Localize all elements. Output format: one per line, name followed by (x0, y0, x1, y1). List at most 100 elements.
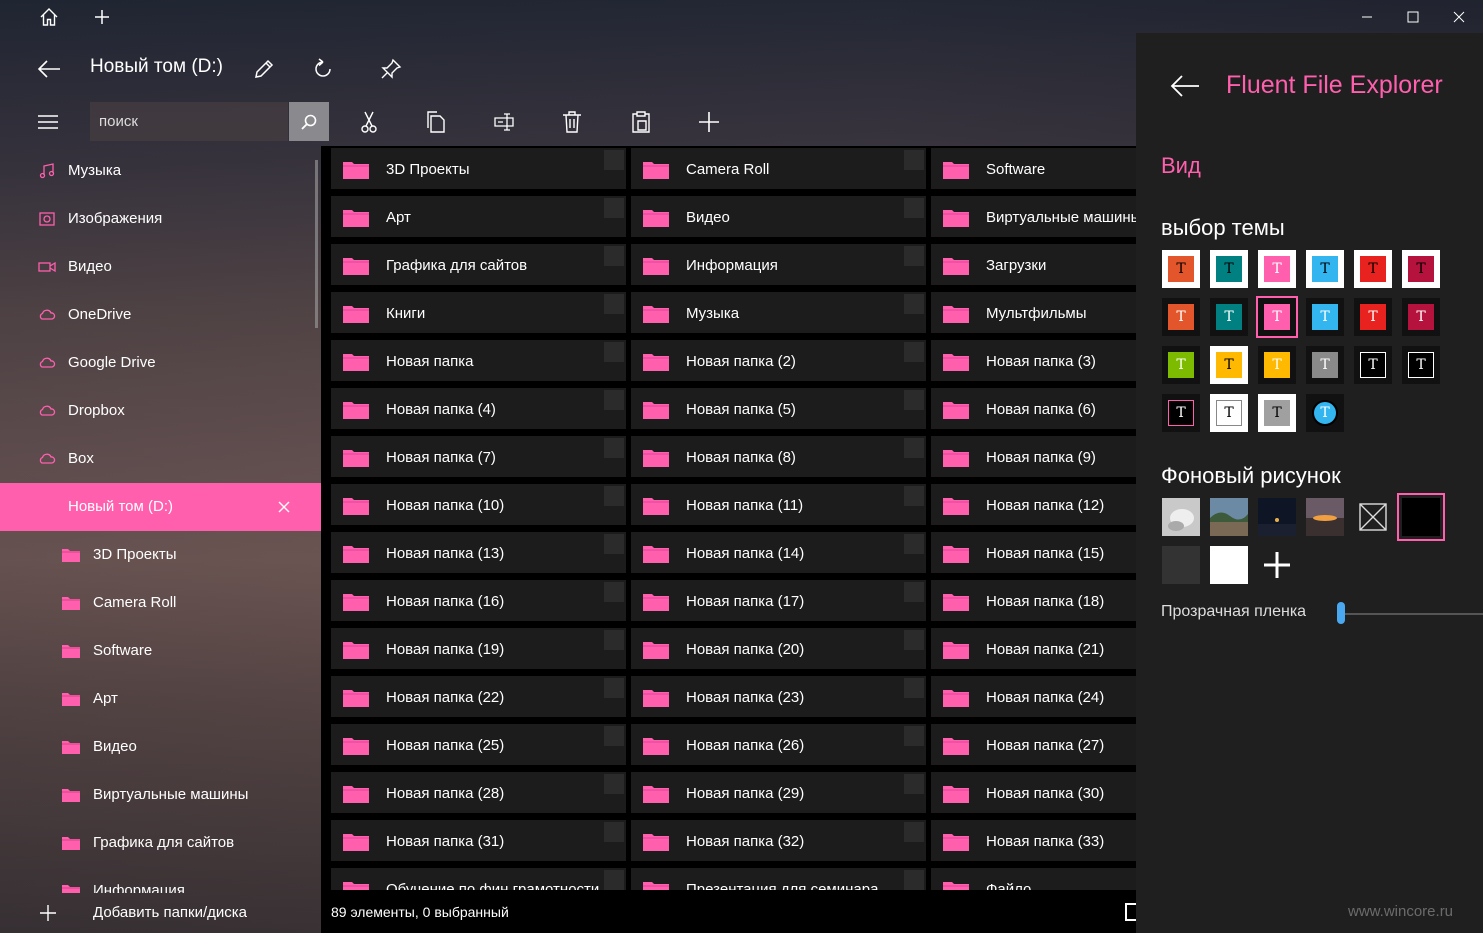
select-checkbox[interactable] (904, 486, 924, 506)
theme-swatch[interactable]: T (1402, 298, 1440, 336)
folder-tile[interactable]: Новая папка (20) (631, 628, 926, 669)
sidebar-item[interactable]: Информация (0, 867, 321, 893)
select-checkbox[interactable] (604, 294, 624, 314)
select-checkbox[interactable] (604, 150, 624, 170)
select-checkbox[interactable] (604, 774, 624, 794)
sidebar-item[interactable]: Виртуальные машины (0, 771, 321, 819)
theme-swatch[interactable]: T (1306, 250, 1344, 288)
folder-tile[interactable]: Новая папка (2) (631, 340, 926, 381)
theme-swatch[interactable]: T (1306, 298, 1344, 336)
theme-swatch[interactable]: T (1402, 346, 1440, 384)
theme-swatch[interactable]: T (1306, 346, 1344, 384)
folder-tile[interactable]: Software (931, 148, 1136, 189)
hamburger-menu-button[interactable] (26, 100, 70, 144)
folder-tile[interactable]: Новая папка (23) (631, 676, 926, 717)
select-checkbox[interactable] (904, 678, 924, 698)
sidebar-item[interactable]: OneDrive (0, 291, 321, 339)
theme-swatch[interactable]: T (1402, 250, 1440, 288)
sidebar-item[interactable]: Музыка (0, 147, 321, 195)
folder-tile[interactable]: Книги (331, 292, 626, 333)
close-drive-button[interactable] (274, 497, 294, 517)
sidebar-item[interactable]: Графика для сайтов (0, 819, 321, 867)
rename-button[interactable] (239, 44, 289, 94)
folder-tile[interactable]: Новая папка (11) (631, 484, 926, 525)
new-tab-button[interactable] (79, 0, 125, 34)
select-checkbox[interactable] (604, 678, 624, 698)
select-checkbox[interactable] (904, 198, 924, 218)
background-swatch[interactable] (1354, 498, 1392, 536)
folder-tile[interactable]: Новая папка (7) (331, 436, 626, 477)
new-item-button[interactable] (687, 100, 731, 144)
folder-tile[interactable]: Презентация для семинара (631, 868, 926, 890)
paste-button[interactable] (619, 100, 663, 144)
folder-tile[interactable]: Camera Roll (631, 148, 926, 189)
theme-swatch[interactable]: T (1210, 250, 1248, 288)
select-checkbox[interactable] (904, 294, 924, 314)
folder-tile[interactable]: Файло (931, 868, 1136, 890)
select-checkbox[interactable] (904, 150, 924, 170)
folder-tile[interactable]: Новая папка (8) (631, 436, 926, 477)
select-checkbox[interactable] (604, 486, 624, 506)
sidebar-item[interactable]: Арт (0, 675, 321, 723)
sidebar-item[interactable]: Dropbox (0, 387, 321, 435)
theme-swatch[interactable]: T (1210, 394, 1248, 432)
folder-tile[interactable]: Новая папка (25) (331, 724, 626, 765)
sidebar-item[interactable]: 3D Проекты (0, 531, 321, 579)
search-input[interactable]: поиск (90, 102, 288, 141)
transparency-slider-track[interactable] (1341, 613, 1483, 615)
select-checkbox[interactable] (904, 582, 924, 602)
folder-tile[interactable]: Новая папка (32) (631, 820, 926, 861)
folder-tile[interactable]: Информация (631, 244, 926, 285)
folder-tile[interactable]: Загрузки (931, 244, 1136, 285)
select-checkbox[interactable] (904, 390, 924, 410)
add-folder-drive-button[interactable]: Добавить папки/диска (0, 893, 321, 933)
select-checkbox[interactable] (604, 342, 624, 362)
background-swatch[interactable] (1210, 546, 1248, 584)
folder-tile[interactable]: Новая папка (28) (331, 772, 626, 813)
theme-swatch[interactable]: T (1162, 298, 1200, 336)
transparency-slider-thumb[interactable] (1337, 602, 1345, 624)
folder-tile[interactable]: Новая папка (15) (931, 532, 1136, 573)
folder-tile[interactable]: Новая папка (27) (931, 724, 1136, 765)
folder-tile[interactable]: Мультфильмы (931, 292, 1136, 333)
maximize-button[interactable] (1390, 0, 1436, 34)
folder-tile[interactable]: Арт (331, 196, 626, 237)
background-swatch[interactable] (1162, 498, 1200, 536)
folder-tile[interactable]: Новая папка (3) (931, 340, 1136, 381)
theme-swatch[interactable]: T (1354, 346, 1392, 384)
search-button[interactable] (289, 102, 329, 141)
sidebar-item[interactable]: Software (0, 627, 321, 675)
folder-tile[interactable]: Новая папка (6) (931, 388, 1136, 429)
copy-button[interactable] (414, 100, 458, 144)
background-swatch[interactable] (1258, 498, 1296, 536)
select-checkbox[interactable] (904, 870, 924, 890)
folder-tile[interactable]: Новая папка (4) (331, 388, 626, 429)
theme-swatch[interactable]: T (1162, 394, 1200, 432)
theme-swatch[interactable]: T (1256, 296, 1298, 338)
folder-tile[interactable]: Новая папка (21) (931, 628, 1136, 669)
theme-swatch[interactable]: T (1162, 250, 1200, 288)
folder-tile[interactable]: Виртуальные машины (931, 196, 1136, 237)
folder-tile[interactable]: Новая папка (14) (631, 532, 926, 573)
theme-swatch[interactable]: T (1258, 346, 1296, 384)
theme-swatch[interactable]: T (1258, 250, 1296, 288)
folder-tile[interactable]: Новая папка (17) (631, 580, 926, 621)
select-checkbox[interactable] (604, 822, 624, 842)
theme-swatch[interactable]: T (1210, 346, 1248, 384)
theme-swatch[interactable]: T (1258, 394, 1296, 432)
folder-tile[interactable]: 3D Проекты (331, 148, 626, 189)
select-checkbox[interactable] (904, 630, 924, 650)
select-checkbox[interactable] (604, 198, 624, 218)
folder-tile[interactable]: Новая папка (10) (331, 484, 626, 525)
background-swatch[interactable] (1162, 546, 1200, 584)
folder-tile[interactable]: Новая папка (30) (931, 772, 1136, 813)
folder-tile[interactable]: Новая папка (9) (931, 436, 1136, 477)
select-checkbox[interactable] (904, 342, 924, 362)
folder-tile[interactable]: Новая папка (331, 340, 626, 381)
folder-tile[interactable]: Новая папка (16) (331, 580, 626, 621)
folder-tile[interactable]: Новая папка (24) (931, 676, 1136, 717)
folder-tile[interactable]: Новая папка (13) (331, 532, 626, 573)
minimize-button[interactable] (1344, 0, 1390, 34)
theme-swatch[interactable]: T (1162, 346, 1200, 384)
close-window-button[interactable] (1436, 0, 1482, 34)
